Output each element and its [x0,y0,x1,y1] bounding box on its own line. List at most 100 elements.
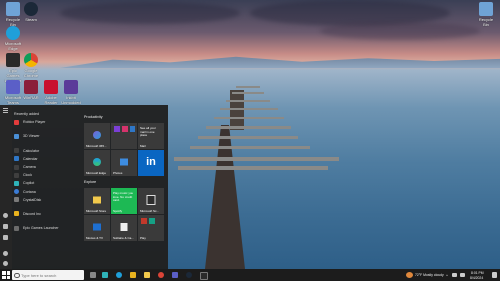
volume-icon[interactable] [460,273,465,277]
task-view-icon[interactable] [90,272,96,278]
tile-label: Mail [140,143,146,148]
epic-games-icon[interactable] [200,272,208,280]
edge-icon[interactable] [116,272,122,278]
folder-icon [14,211,19,217]
teams-icon [6,80,20,94]
user-avatar-icon[interactable] [3,213,8,218]
tile-play[interactable]: Play [138,215,164,241]
desktop-icon-recycle-bin[interactable]: Recycle Bin [3,2,23,27]
desktop-icon-top-right[interactable]: Recycle Bin [476,2,496,27]
edge-icon [6,26,20,40]
steam-icon [24,2,38,16]
pier-plank [220,108,278,110]
cortana-icon [14,189,19,195]
section-header-explore: Explore [84,180,97,184]
copilot-icon[interactable] [102,272,108,278]
app-list-item[interactable]: Calculator [14,147,80,155]
documents-icon[interactable] [3,224,8,229]
start-button[interactable] [2,271,10,279]
steam-icon[interactable] [186,272,192,278]
desktop-icon-label: Steam [25,17,37,22]
search-box[interactable] [12,270,84,280]
app-list-item-label: Clock [23,173,32,178]
tile-spotify[interactable]: Play music you love. No credit card. Spo… [111,188,137,214]
tile-linkedin[interactable]: in [138,150,164,176]
pier-plank [198,136,298,139]
desktop-icon-label: WinRAR [23,95,39,100]
movies-icon [93,223,101,231]
tile-microsoft-solitaire[interactable]: Microsoft Sc... [138,188,164,214]
tile-photos[interactable]: Photos [111,150,137,176]
microsoft-store-icon[interactable] [144,272,150,278]
app-list-item-label: Calendar [23,156,38,161]
cloud [320,22,480,40]
file-explorer-icon[interactable] [130,272,136,278]
tile-solitaire-casual[interactable]: Solitaire & Ca... [111,215,137,241]
app-list-item[interactable]: CrystalDisk [14,196,80,204]
network-icon[interactable] [452,273,457,277]
desktop-icon-label: Google Chrome [23,68,39,78]
clock-icon [14,172,19,178]
pier-plank [232,92,264,94]
app-list-item[interactable]: Discord Inc [14,210,80,218]
windows-logo-pane [6,271,10,275]
pictures-icon[interactable] [3,235,8,240]
app-list-item-label: Copilot [23,181,35,186]
clock-date[interactable]: 8/4/2024 [470,276,483,280]
tile-label: Solitaire & Ca... [113,235,134,240]
store-icon [93,196,101,204]
chrome-icon [24,53,38,67]
weather-icon[interactable] [406,272,413,278]
chevron-up-icon[interactable]: ^ [446,273,448,278]
weather-text[interactable]: 72°F Mostly cloudy [415,273,444,277]
tile-microsoft-store[interactable]: Microsoft Store [84,188,110,214]
pier-plank [214,117,284,119]
app-list-item[interactable]: 3D Viewer [14,132,80,140]
hamburger-menu-icon[interactable] [3,110,8,111]
app-list-item[interactable]: Roblox Player [14,118,80,126]
app-list-item-label: Discord Inc [23,211,41,216]
desktop-icon-label: Microsoft Edge [4,41,22,51]
pier-plank [178,166,328,170]
app-list-item-label: CrystalDisk [23,197,42,202]
tile-spotify-text: Play music you love. No credit card. [113,191,134,203]
teams-icon[interactable] [172,272,178,278]
desktop-icon-steam[interactable]: Steam [21,2,41,22]
app-icon [149,218,155,224]
app-list-item[interactable]: Camera [14,163,80,171]
edge-icon [93,157,101,166]
desktop-icon-winrar[interactable]: WinRAR [21,80,41,100]
app-list-item[interactable]: Calendar [14,155,80,163]
inkbit-icon [64,80,78,94]
app-list-item[interactable]: Cortana [14,188,80,196]
tile-microsoft-edge[interactable]: Microsoft Edge [84,150,110,176]
notifications-icon[interactable] [492,272,497,278]
tile-mail[interactable]: See all your mail in one place Mail [138,123,164,149]
clock-time[interactable]: 8:01 PM [471,271,484,275]
power-icon[interactable] [3,261,8,266]
microsoft-365-icon [93,130,101,139]
app-list-item-label: Cortana [23,189,36,194]
desktop-icon-chrome[interactable]: Google Chrome [21,53,41,78]
windows-logo-pane [6,275,10,279]
adobe-reader-icon [44,80,58,94]
search-input[interactable] [21,270,81,280]
desktop-icon-edge[interactable]: Microsoft Edge [3,26,23,51]
app-list-item[interactable]: Epic Games Launcher [14,224,80,232]
desktop-icon-epic[interactable]: Epic Games Launcher [3,53,23,83]
tile-label: Microsoft Edge [86,170,107,175]
pier-plank [190,146,310,149]
app-list-item[interactable]: Copilot [14,179,80,187]
epic-games-icon [6,53,20,67]
tile-microsoft-365[interactable]: Microsoft 365... [84,123,110,149]
app-list: Recently added Roblox Player 3D Viewer C… [14,110,80,232]
settings-gear-icon[interactable] [3,251,8,256]
tile-movies-tv[interactable]: Movies & TV [84,215,110,241]
desktop-icon-teams[interactable]: Microsoft Teams [3,80,23,105]
tile-app-group[interactable] [111,123,137,149]
chrome-icon[interactable] [158,272,164,278]
app-list-item[interactable]: Clock [14,171,80,179]
desktop-icon-inkbit[interactable]: Inkbit Unmodded [61,80,81,105]
cloud [60,2,240,24]
desktop-icon-adobe[interactable]: Adobe Reader [41,80,61,105]
